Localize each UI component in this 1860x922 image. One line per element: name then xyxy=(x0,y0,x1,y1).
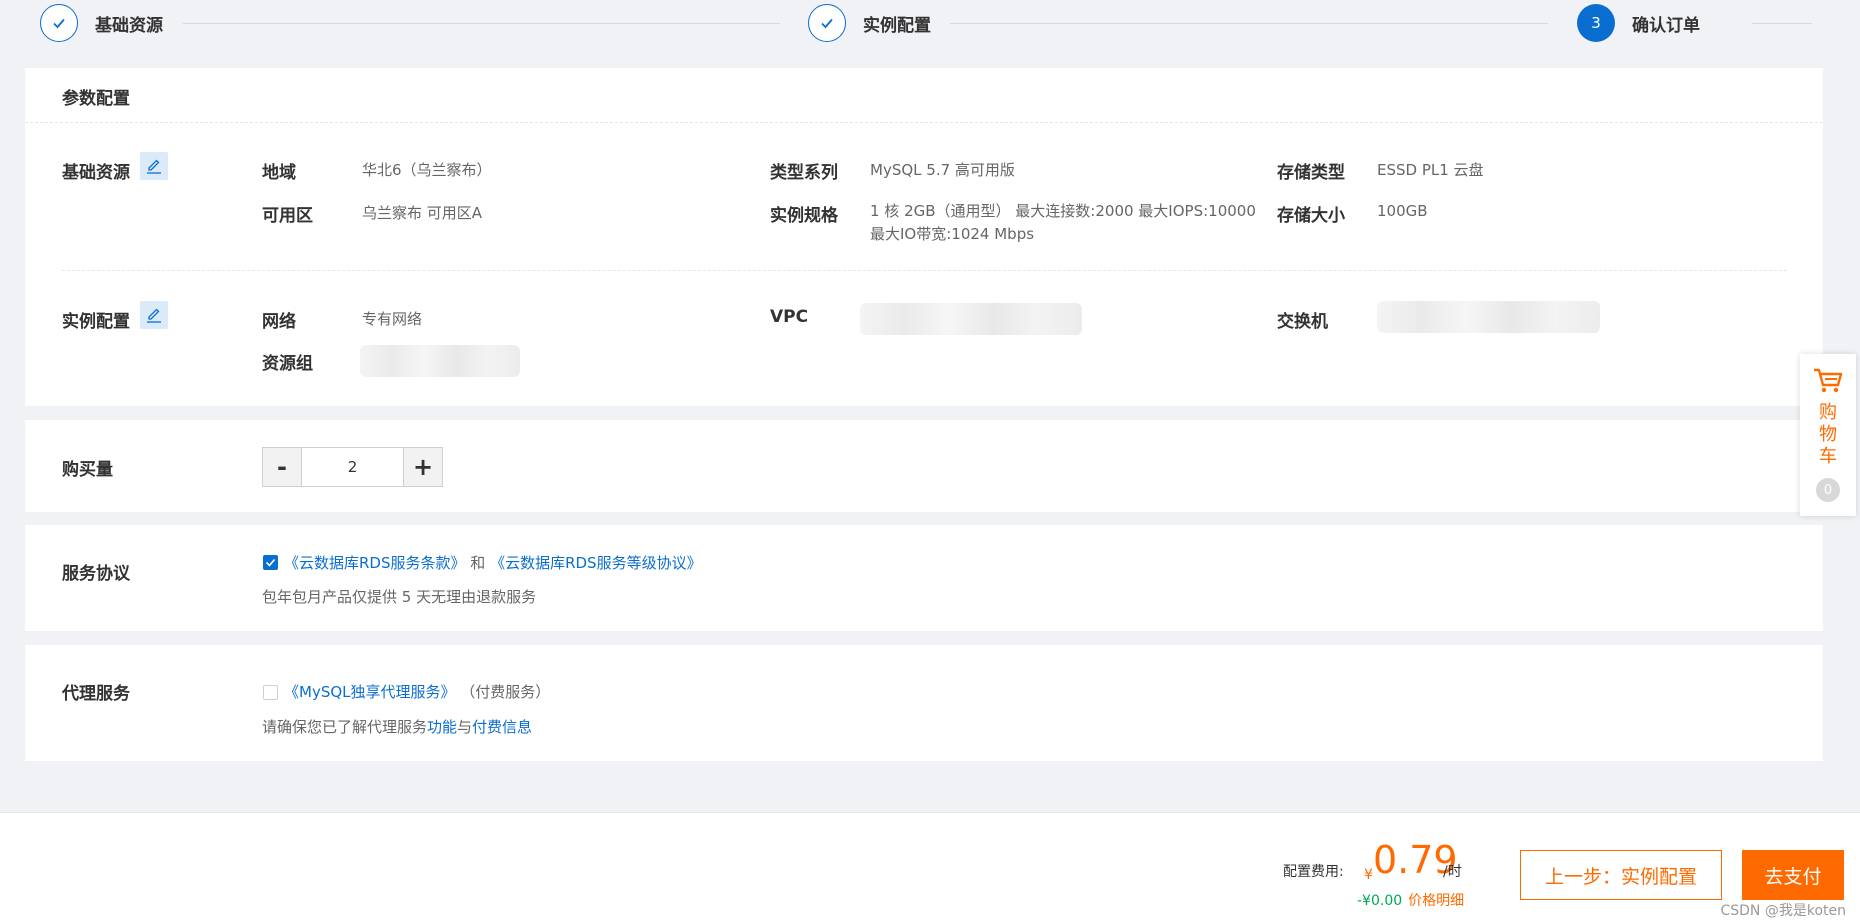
spec-value: 1 核 2GB（通用型） 最大连接数:2000 最大IOPS:10000 最大I… xyxy=(870,202,1256,243)
proxy-note: 请确保您已了解代理服务功能与付费信息 xyxy=(262,716,532,737)
shopping-cart-widget[interactable]: 购物车 0 xyxy=(1800,354,1856,516)
region-value: 华北6（乌兰察布） xyxy=(362,161,492,179)
series-label: 类型系列 xyxy=(770,163,838,183)
network-value: 专有网络 xyxy=(362,310,423,328)
storage-size-value: 100GB xyxy=(1377,202,1428,220)
step-connector xyxy=(183,23,780,24)
divider xyxy=(62,270,1787,271)
quantity-label: 购买量 xyxy=(62,460,113,480)
instance-config-title: 实例配置 xyxy=(62,312,130,332)
agreement-checkbox[interactable] xyxy=(263,555,278,570)
divider xyxy=(25,122,1823,123)
vpc-label: VPC xyxy=(770,307,809,327)
zone-label: 可用区 xyxy=(262,206,313,226)
pay-button[interactable]: 去支付 xyxy=(1742,850,1844,900)
resource-group-value-blurred xyxy=(360,345,520,377)
network-label: 网络 xyxy=(262,312,296,332)
discount-amount: -¥0.00 xyxy=(1357,893,1403,909)
proxy-note-prefix: 请确保您已了解代理服务 xyxy=(262,718,428,736)
proxy-feature-link[interactable]: 功能 xyxy=(427,718,457,736)
mysql-proxy-link[interactable]: 《MySQL独享代理服务》 xyxy=(284,683,456,701)
fee-currency: ¥ xyxy=(1364,867,1373,883)
cart-label: 购物车 xyxy=(1819,402,1837,467)
spec-label: 实例规格 xyxy=(770,206,838,226)
agreement-card: 服务协议 《云数据库RDS服务条款》 和 《云数据库RDS服务等级协议》 包年包… xyxy=(25,525,1823,631)
step-2-label: 实例配置 xyxy=(863,16,931,36)
edit-instance-button[interactable] xyxy=(140,301,168,329)
watermark: CSDN @我是koten xyxy=(1720,903,1846,919)
step-connector xyxy=(1752,23,1812,24)
vpc-value-blurred xyxy=(860,303,1082,335)
switch-value-blurred xyxy=(1377,301,1600,333)
basic-resource-title: 基础资源 xyxy=(62,163,130,183)
step-1-label: 基础资源 xyxy=(95,16,163,36)
price-detail-link[interactable]: 价格明细 xyxy=(1408,893,1464,909)
pencil-icon xyxy=(147,308,161,323)
proxy-label: 代理服务 xyxy=(62,684,130,704)
step-connector xyxy=(950,23,1548,24)
quantity-card: 购买量 - 2 + xyxy=(25,420,1823,512)
increment-button[interactable]: + xyxy=(403,447,443,487)
config-card: 参数配置 基础资源 地域 华北6（乌兰察布） 类型系列 MySQL 5.7 高可… xyxy=(25,68,1823,406)
storage-size-label: 存储大小 xyxy=(1277,206,1345,226)
step-1-check-icon xyxy=(40,4,78,42)
previous-step-button[interactable]: 上一步：实例配置 xyxy=(1520,850,1722,900)
cart-icon xyxy=(1814,368,1843,393)
step-3-number: 3 xyxy=(1577,4,1615,42)
quantity-stepper: - 2 + xyxy=(262,447,443,487)
switch-label: 交换机 xyxy=(1277,312,1328,332)
zone-value: 乌兰察布 可用区A xyxy=(362,204,483,222)
resource-group-label: 资源组 xyxy=(262,354,313,374)
proxy-fee-link[interactable]: 付费信息 xyxy=(472,718,532,736)
check-icon xyxy=(265,558,276,567)
footer-bar: 配置费用: ¥ 0.79 /时 -¥0.00 价格明细 上一步：实例配置 去支付 … xyxy=(0,812,1860,922)
pencil-icon xyxy=(147,159,161,174)
agreement-links: 《云数据库RDS服务条款》 和 《云数据库RDS服务等级协议》 xyxy=(284,552,702,573)
cart-count-badge: 0 xyxy=(1816,478,1840,502)
paid-note: （付费服务） xyxy=(460,683,551,701)
edit-basic-button[interactable] xyxy=(140,152,168,180)
region-label: 地域 xyxy=(262,163,296,183)
proxy-note-and: 与 xyxy=(457,718,473,736)
step-3-label: 确认订单 xyxy=(1632,16,1700,36)
step-2-check-icon xyxy=(808,4,846,42)
fee-label: 配置费用: xyxy=(1283,864,1344,880)
quantity-input[interactable]: 2 xyxy=(302,447,403,487)
series-value: MySQL 5.7 高可用版 xyxy=(870,161,1015,179)
decrement-button[interactable]: - xyxy=(262,447,302,487)
step-bar: 基础资源 实例配置 3 确认订单 xyxy=(0,0,1860,46)
fee-unit: /时 xyxy=(1443,864,1462,880)
agreement-label: 服务协议 xyxy=(62,564,130,584)
agreement-conj: 和 xyxy=(470,554,486,572)
rds-terms-link[interactable]: 《云数据库RDS服务条款》 xyxy=(284,554,466,572)
proxy-service-line: 《MySQL独享代理服务》 （付费服务） xyxy=(284,681,550,702)
refund-note: 包年包月产品仅提供 5 天无理由退款服务 xyxy=(262,588,537,606)
proxy-card: 代理服务 《MySQL独享代理服务》 （付费服务） 请确保您已了解代理服务功能与… xyxy=(25,645,1823,761)
fee-sub: -¥0.00 价格明细 xyxy=(1357,890,1464,910)
proxy-checkbox[interactable] xyxy=(263,685,278,700)
storage-type-label: 存储类型 xyxy=(1277,163,1345,183)
config-title: 参数配置 xyxy=(62,89,130,109)
storage-type-value: ESSD PL1 云盘 xyxy=(1377,161,1484,179)
rds-sla-link[interactable]: 《云数据库RDS服务等级协议》 xyxy=(490,554,702,572)
